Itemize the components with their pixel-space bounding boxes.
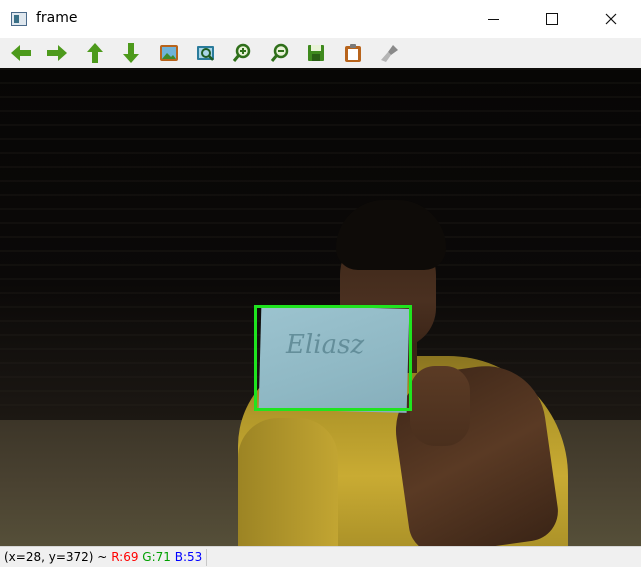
pan-up-button[interactable] [83, 41, 107, 65]
status-text: (x=28, y=372) ~ R:69 G:71 B:53 [4, 550, 202, 564]
pan-down-button[interactable] [119, 41, 143, 65]
zoom-in-button[interactable] [230, 41, 254, 65]
image-view[interactable]: Eliasz [0, 68, 641, 546]
pixel-red-value: R:69 [111, 550, 139, 564]
zoom-in-icon [232, 43, 251, 62]
image-icon [160, 45, 178, 61]
person-sleeve [238, 418, 338, 546]
pixel-green-value: G:71 [142, 550, 171, 564]
minimize-icon [487, 18, 499, 20]
properties-button[interactable] [378, 41, 402, 65]
zoom-image-icon [197, 46, 214, 61]
title-bar: frame [0, 0, 641, 38]
toolbar [0, 38, 641, 68]
arrow-left-icon [11, 45, 31, 61]
window-title: frame [36, 10, 78, 26]
arrow-down-icon [123, 43, 139, 63]
pixel-blue-value: B:53 [174, 550, 203, 564]
close-icon [605, 13, 617, 25]
copy-clipboard-button[interactable] [341, 41, 365, 65]
minimize-button[interactable] [464, 0, 522, 38]
save-button[interactable] [304, 41, 328, 65]
status-divider [206, 549, 207, 566]
app-icon [11, 12, 27, 26]
status-bar: (x=28, y=372) ~ R:69 G:71 B:53 [0, 546, 641, 567]
arrow-right-icon [47, 45, 67, 61]
detection-box [254, 305, 412, 411]
clipboard-icon [345, 44, 361, 62]
pixel-coordinates: (x=28, y=372) ~ [4, 550, 108, 564]
pan-right-button[interactable] [45, 41, 69, 65]
zoom-out-icon [270, 43, 289, 62]
pan-left-button[interactable] [9, 41, 33, 65]
zoom-original-button[interactable] [157, 41, 181, 65]
maximize-icon [546, 13, 558, 25]
close-button[interactable] [582, 0, 640, 38]
arrow-up-icon [87, 43, 103, 63]
person-hand [410, 366, 470, 446]
save-icon [308, 45, 324, 61]
brush-icon [381, 45, 398, 62]
maximize-button[interactable] [523, 0, 581, 38]
app-window: frame Eliasz (x=28, y=372) ~ R:69 G:71 B… [0, 0, 641, 567]
zoom-fit-button[interactable] [194, 41, 218, 65]
zoom-out-button[interactable] [268, 41, 292, 65]
